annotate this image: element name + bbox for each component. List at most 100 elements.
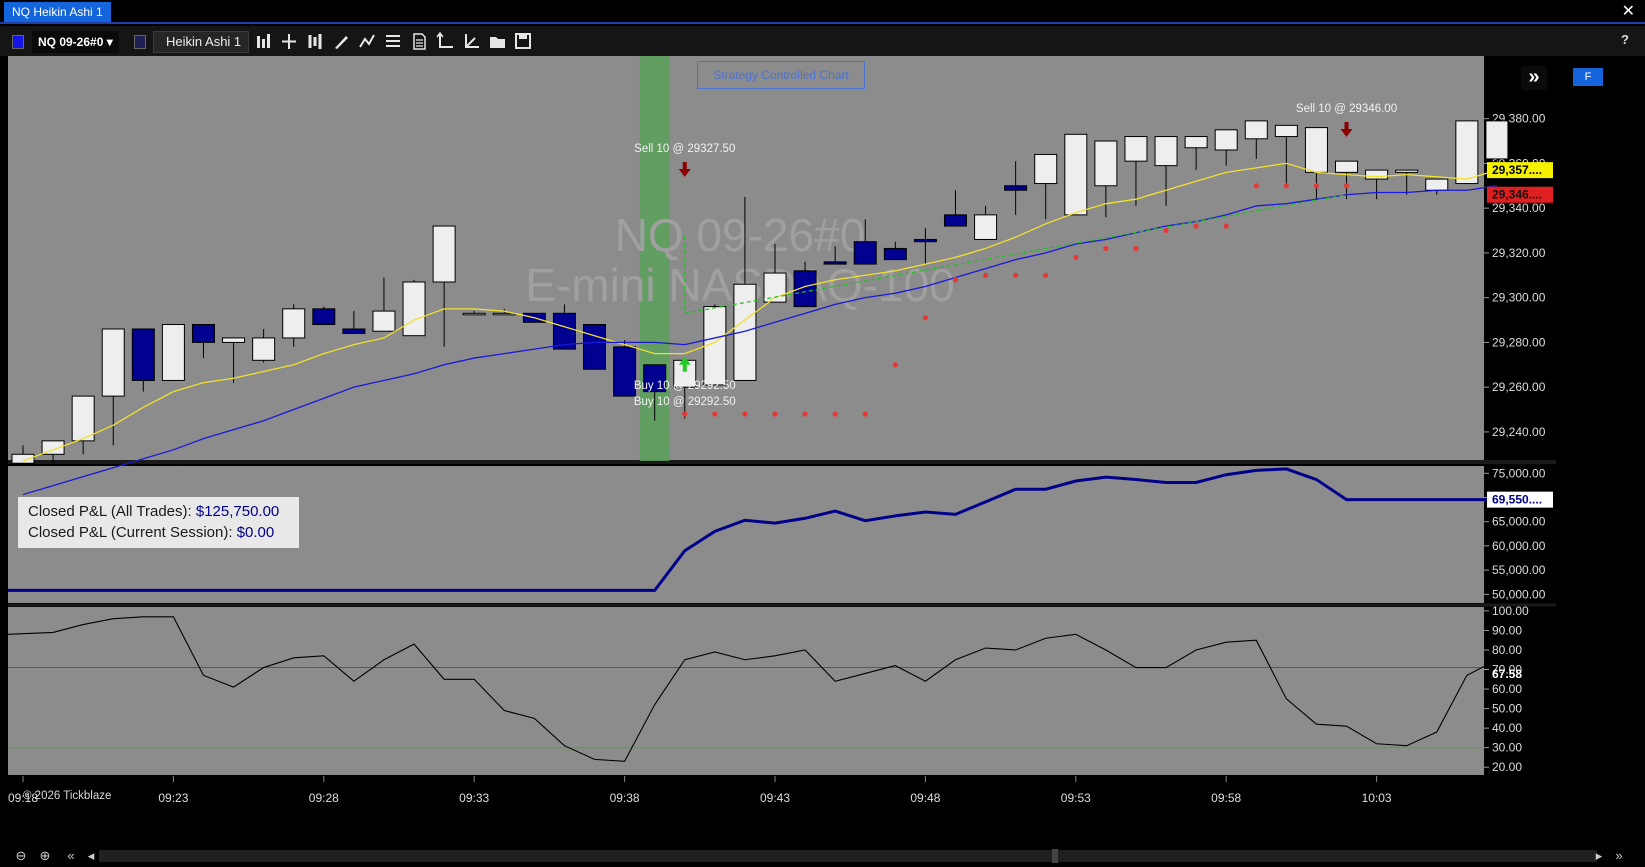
scroll-thumb[interactable] — [1052, 849, 1058, 863]
properties-icon[interactable] — [413, 33, 426, 50]
scroll-left-icon[interactable]: ◂ — [82, 847, 100, 865]
candle — [1124, 136, 1148, 162]
trade-label: Buy 10 @ 29292.50 — [634, 396, 736, 408]
scroll-right-icon[interactable]: ▸ — [1590, 847, 1608, 865]
price-axis-label: 29,300.00 — [1492, 291, 1546, 305]
bar-style-icon[interactable] — [308, 34, 322, 49]
scroll-track[interactable] — [99, 850, 1597, 862]
scroll-end-icon[interactable]: » — [1610, 847, 1628, 865]
stop-dot — [1343, 183, 1350, 189]
indicator-icon[interactable] — [359, 34, 375, 48]
draw-pencil-icon[interactable] — [335, 36, 348, 49]
panel-2-plot-bg — [8, 607, 1484, 775]
trade-label: Sell 10 @ 29327.50 — [634, 143, 735, 155]
candle — [101, 328, 125, 397]
symbol-selector[interactable]: NQ 09-26#0 ▾ — [32, 31, 119, 53]
stop-dot — [742, 411, 748, 417]
window-title-tab[interactable]: NQ Heikin Ashi 1 — [4, 2, 111, 22]
current-price-label: 29,357.... — [1492, 163, 1542, 177]
stop-dot — [1283, 183, 1289, 189]
stop-dot — [1313, 183, 1320, 189]
save-icon[interactable] — [515, 33, 531, 49]
pnl-session-label: Closed P&L (Current Session): — [28, 524, 233, 541]
axis-scale-icon[interactable] — [465, 34, 479, 48]
candle — [71, 395, 95, 442]
osc-axis-label: 20.00 — [1492, 760, 1522, 774]
close-icon[interactable]: ✕ — [1622, 2, 1635, 22]
osc-value-label: 67.58 — [1492, 667, 1522, 681]
osc-axis-label: 40.00 — [1492, 721, 1522, 735]
candle — [853, 241, 877, 265]
candle — [1485, 120, 1509, 160]
time-axis-label: 09:43 — [760, 791, 790, 805]
candle — [161, 324, 185, 381]
price-axis-label: 29,320.00 — [1492, 246, 1546, 260]
candle — [432, 225, 456, 283]
candle — [1094, 140, 1118, 187]
price-axis-label: 29,280.00 — [1492, 335, 1546, 349]
stop-dot — [1133, 245, 1139, 252]
symbol-label: NQ 09-26#0 — [38, 35, 104, 49]
fast-forward-button[interactable]: » — [1521, 66, 1547, 90]
stop-dot — [682, 411, 688, 417]
price-axis-label: 29,340.00 — [1492, 201, 1546, 215]
stop-dot — [1073, 254, 1079, 260]
time-axis-label: 09:33 — [459, 791, 489, 805]
pnl-axis-label: 50,000.00 — [1492, 587, 1546, 601]
candle — [1335, 160, 1359, 173]
stop-dot — [1223, 223, 1229, 229]
candle — [1034, 153, 1058, 185]
template-selector[interactable]: Heikin Ashi 1 — [153, 31, 249, 53]
crosshair-icon[interactable] — [282, 34, 296, 49]
price-axis-label: 29,240.00 — [1492, 425, 1546, 439]
stop-dot — [772, 411, 778, 417]
pnl-value-label: 69,550.... — [1492, 493, 1542, 507]
template-color-swatch[interactable] — [134, 35, 146, 49]
zoom-out-icon[interactable]: ⊖ — [12, 847, 30, 865]
candle — [492, 312, 516, 316]
candle — [1214, 129, 1238, 151]
osc-axis-label: 30.00 — [1492, 741, 1522, 755]
candle — [913, 238, 937, 243]
time-axis-bg — [8, 775, 1556, 845]
stop-dot — [1043, 272, 1049, 278]
candle — [1244, 120, 1268, 140]
help-button[interactable]: ? — [1621, 32, 1629, 47]
candle — [974, 214, 998, 240]
copyright-text: © 2026 Tickblaze — [23, 790, 112, 802]
candle — [1425, 178, 1449, 191]
list-icon[interactable] — [386, 35, 400, 47]
chart-toolbar: NQ 09-26#0 ▾ Heikin Ashi 1 ? — [0, 26, 1645, 56]
stop-dot — [1013, 272, 1019, 278]
f-button[interactable]: F — [1573, 68, 1603, 86]
candle — [222, 337, 246, 343]
pnl-summary: Closed P&L (All Trades): $125,750.00 Clo… — [18, 497, 299, 548]
watermark-symbol: NQ 09-26#0 — [615, 209, 866, 261]
candle — [943, 214, 967, 227]
zoom-in-icon[interactable]: ⊕ — [36, 847, 54, 865]
candle — [613, 346, 637, 397]
symbol-color-swatch[interactable] — [12, 35, 24, 49]
open-folder-icon[interactable] — [490, 37, 505, 48]
candle — [402, 281, 426, 337]
pnl-axis-label: 60,000.00 — [1492, 539, 1546, 553]
pnl-all-value: $125,750.00 — [195, 503, 280, 520]
osc-axis-label: 90.00 — [1492, 623, 1522, 637]
stop-dot — [1103, 245, 1109, 252]
axis-icon[interactable] — [436, 31, 453, 48]
panel-1-axis-bg — [1484, 466, 1556, 603]
candle — [1274, 124, 1298, 138]
time-axis-label: 09:38 — [610, 791, 640, 805]
stop-dot — [712, 411, 718, 417]
candle — [823, 261, 847, 265]
candle — [282, 308, 306, 339]
scroll-start-icon[interactable]: « — [62, 847, 80, 865]
chevron-down-icon: ▾ — [106, 35, 113, 49]
candle — [1184, 136, 1208, 149]
pnl-all-row: Closed P&L (All Trades): $125,750.00 — [28, 501, 289, 522]
chart-type-icon[interactable] — [257, 34, 270, 48]
stop-dot — [862, 411, 868, 417]
time-scrollbar: ⊖ ⊕ « ◂ ▸ » — [0, 845, 1645, 867]
chart-area[interactable]: NQ 09-26#0E-mini NASDAQ-10029,240.0029,2… — [0, 56, 1645, 845]
candle — [1395, 169, 1419, 173]
